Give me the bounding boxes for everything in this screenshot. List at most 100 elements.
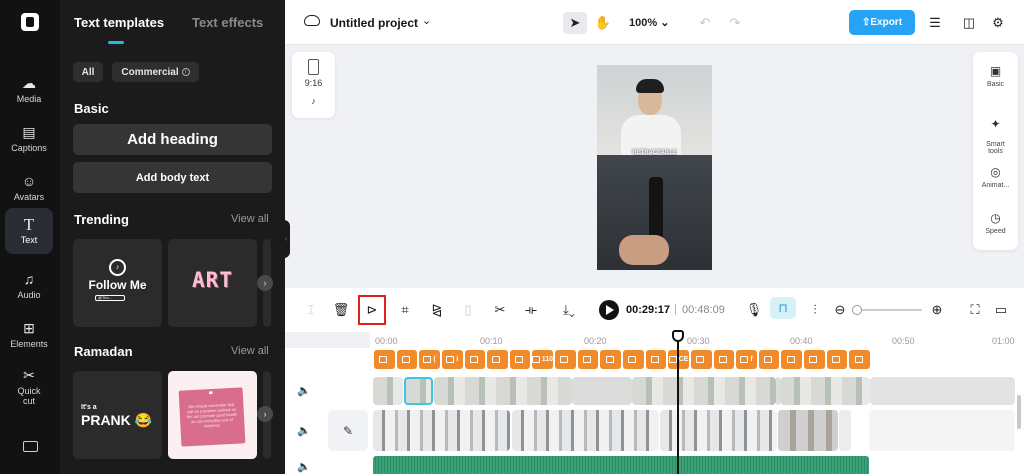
ramadan-next-arrow-icon[interactable]: › [257, 406, 273, 422]
smart-tools-tool[interactable]: ✦ Smart tools [973, 110, 1018, 155]
text-clip[interactable] [849, 350, 870, 369]
download-dropdown-icon[interactable]: ⤓⌄ [555, 300, 583, 320]
sidebar-item-text[interactable]: T Text [5, 208, 53, 254]
ramadan-view-all-link[interactable]: View all [231, 345, 269, 357]
freeze-frame-icon[interactable]: ▯ [458, 300, 478, 320]
text-clip[interactable] [804, 350, 825, 369]
audio-waveform-clip[interactable] [373, 456, 869, 474]
magnet-snap-toggle-icon[interactable]: ⊓ [770, 297, 796, 319]
redo-icon[interactable]: ↷ [723, 12, 747, 34]
video-clip-selected[interactable] [404, 377, 433, 405]
flip-icon[interactable]: ⧎ [427, 300, 447, 320]
cloud-save-icon[interactable] [304, 15, 320, 26]
sidebar-item-quick-cut[interactable]: ✂ Quick cut [5, 362, 53, 412]
collapse-panel-handle[interactable]: ‹ [282, 220, 290, 258]
video-clip[interactable] [632, 377, 776, 405]
playhead[interactable] [677, 338, 679, 474]
magic-cut-icon[interactable]: ✂ [490, 300, 510, 320]
sidebar-item-avatars[interactable]: ☺ Avatars [5, 165, 53, 211]
filter-commercial-chip[interactable]: Commercial i [112, 62, 199, 82]
video-preview[interactable]: RETRACTABLE [597, 65, 712, 270]
tab-text-effects[interactable]: Text effects [192, 15, 263, 30]
crop-icon[interactable]: ⌗ [395, 300, 415, 320]
playhead-handle[interactable] [672, 330, 684, 342]
export-button[interactable]: ⇧ Export [849, 10, 915, 35]
text-clip[interactable] [645, 350, 667, 369]
text-clip[interactable] [374, 350, 395, 369]
basic-tool[interactable]: ▣ Basic [973, 64, 1018, 88]
video-clip[interactable] [839, 410, 851, 451]
sidebar-item-audio[interactable]: ♫ Audio [5, 263, 53, 309]
video-clip[interactable] [572, 377, 632, 405]
sidebar-item-media[interactable]: ☁ Media [5, 67, 53, 113]
stack-layers-icon[interactable]: ☰ [923, 12, 947, 34]
trending-next-arrow-icon[interactable]: › [257, 275, 273, 291]
text-clip[interactable] [396, 350, 418, 369]
select-pointer-icon[interactable]: ➤ [563, 12, 587, 34]
video-clip[interactable] [512, 410, 659, 451]
delete-trash-icon[interactable]: 🗑 [331, 300, 351, 320]
text-clip[interactable] [600, 350, 621, 369]
text-clip[interactable]: 110 [532, 350, 554, 369]
video-clip[interactable] [780, 377, 870, 405]
hand-pan-icon[interactable]: ✋ [591, 12, 615, 34]
timeline-zoom-slider[interactable] [860, 309, 922, 311]
text-clip[interactable]: i [441, 350, 463, 369]
zoom-level-dropdown[interactable]: 100% ⌄ [629, 16, 669, 29]
add-heading-button[interactable]: Add heading [73, 124, 272, 155]
split-track-icon[interactable]: ⫶ [805, 300, 825, 320]
text-clip[interactable] [577, 350, 599, 369]
split-cursor-icon[interactable]: ⌶ [301, 300, 321, 320]
trending-view-all-link[interactable]: View all [231, 213, 269, 225]
video-clip[interactable] [373, 410, 510, 451]
microphone-icon[interactable]: 🎙 [744, 300, 764, 320]
filter-all-chip[interactable]: All [73, 62, 103, 82]
video-clip[interactable] [778, 410, 838, 451]
text-clip[interactable] [623, 350, 644, 369]
settings-gear-icon[interactable]: ⚙ [986, 12, 1010, 34]
keyboard-icon[interactable] [23, 441, 38, 452]
tab-text-templates[interactable]: Text templates [74, 15, 164, 30]
edit-pencil-icon[interactable]: ✎ [328, 410, 368, 451]
speaker-volume-icon[interactable]: 🔈 [297, 460, 311, 473]
speed-tool[interactable]: ◷ Speed [973, 211, 1018, 235]
chevron-down-icon[interactable]: ⌄ [422, 14, 431, 27]
sidebar-item-elements[interactable]: ⊞ Elements [5, 312, 53, 358]
template-card-prank[interactable]: It's a PRANK 😂 [73, 371, 162, 459]
template-card-ramadan-quote[interactable]: ❝ We should remember that salt as a posi… [168, 371, 257, 459]
zoom-out-icon[interactable]: ⊖ [830, 300, 850, 320]
undo-icon[interactable]: ↶ [693, 12, 717, 34]
empty-track-area[interactable] [869, 410, 1015, 451]
text-clip[interactable] [713, 350, 735, 369]
text-clip[interactable] [464, 350, 486, 369]
add-body-text-button[interactable]: Add body text [73, 162, 272, 193]
project-title[interactable]: Untitled project [330, 16, 418, 30]
text-clip[interactable]: f [736, 350, 757, 369]
trim-icon[interactable]: ⟛ [521, 300, 541, 320]
timeline-zoom-slider-knob[interactable] [852, 305, 862, 315]
template-card-follow-me[interactable]: ♪ Follow Me @Tim... [73, 239, 162, 327]
play-circle-icon[interactable]: ⊳ [358, 295, 386, 325]
animation-tool[interactable]: ◎ Animat... [973, 165, 1018, 189]
video-clip[interactable] [373, 377, 403, 405]
speaker-volume-icon[interactable]: 🔈 [297, 424, 311, 437]
timeline-ruler[interactable]: 00:00 00:10 00:20 00:30 00:40 00:50 01:0… [370, 332, 1024, 348]
text-clip[interactable] [555, 350, 576, 369]
aspect-ratio-card[interactable]: 9:16 ♪ [292, 52, 335, 118]
video-clip[interactable] [434, 377, 572, 405]
sidebar-item-captions[interactable]: ▤ Captions [5, 116, 53, 162]
timeline-scrollbar[interactable] [1017, 395, 1021, 429]
text-clip[interactable] [781, 350, 803, 369]
play-button[interactable] [599, 300, 619, 320]
speaker-volume-icon[interactable]: 🔈 [297, 384, 311, 397]
split-panel-icon[interactable]: ◫ [957, 12, 981, 34]
text-clip[interactable] [509, 350, 531, 369]
text-clip[interactable]: ( [419, 350, 440, 369]
app-logo-icon[interactable] [21, 13, 39, 31]
text-clip[interactable] [487, 350, 508, 369]
zoom-in-icon[interactable]: ⊕ [927, 300, 947, 320]
caption-toggle-icon[interactable]: ▭ [991, 300, 1011, 320]
template-card-art[interactable]: ART [168, 239, 257, 327]
text-clip[interactable] [826, 350, 848, 369]
fit-screen-icon[interactable]: ⛶ [965, 300, 985, 320]
